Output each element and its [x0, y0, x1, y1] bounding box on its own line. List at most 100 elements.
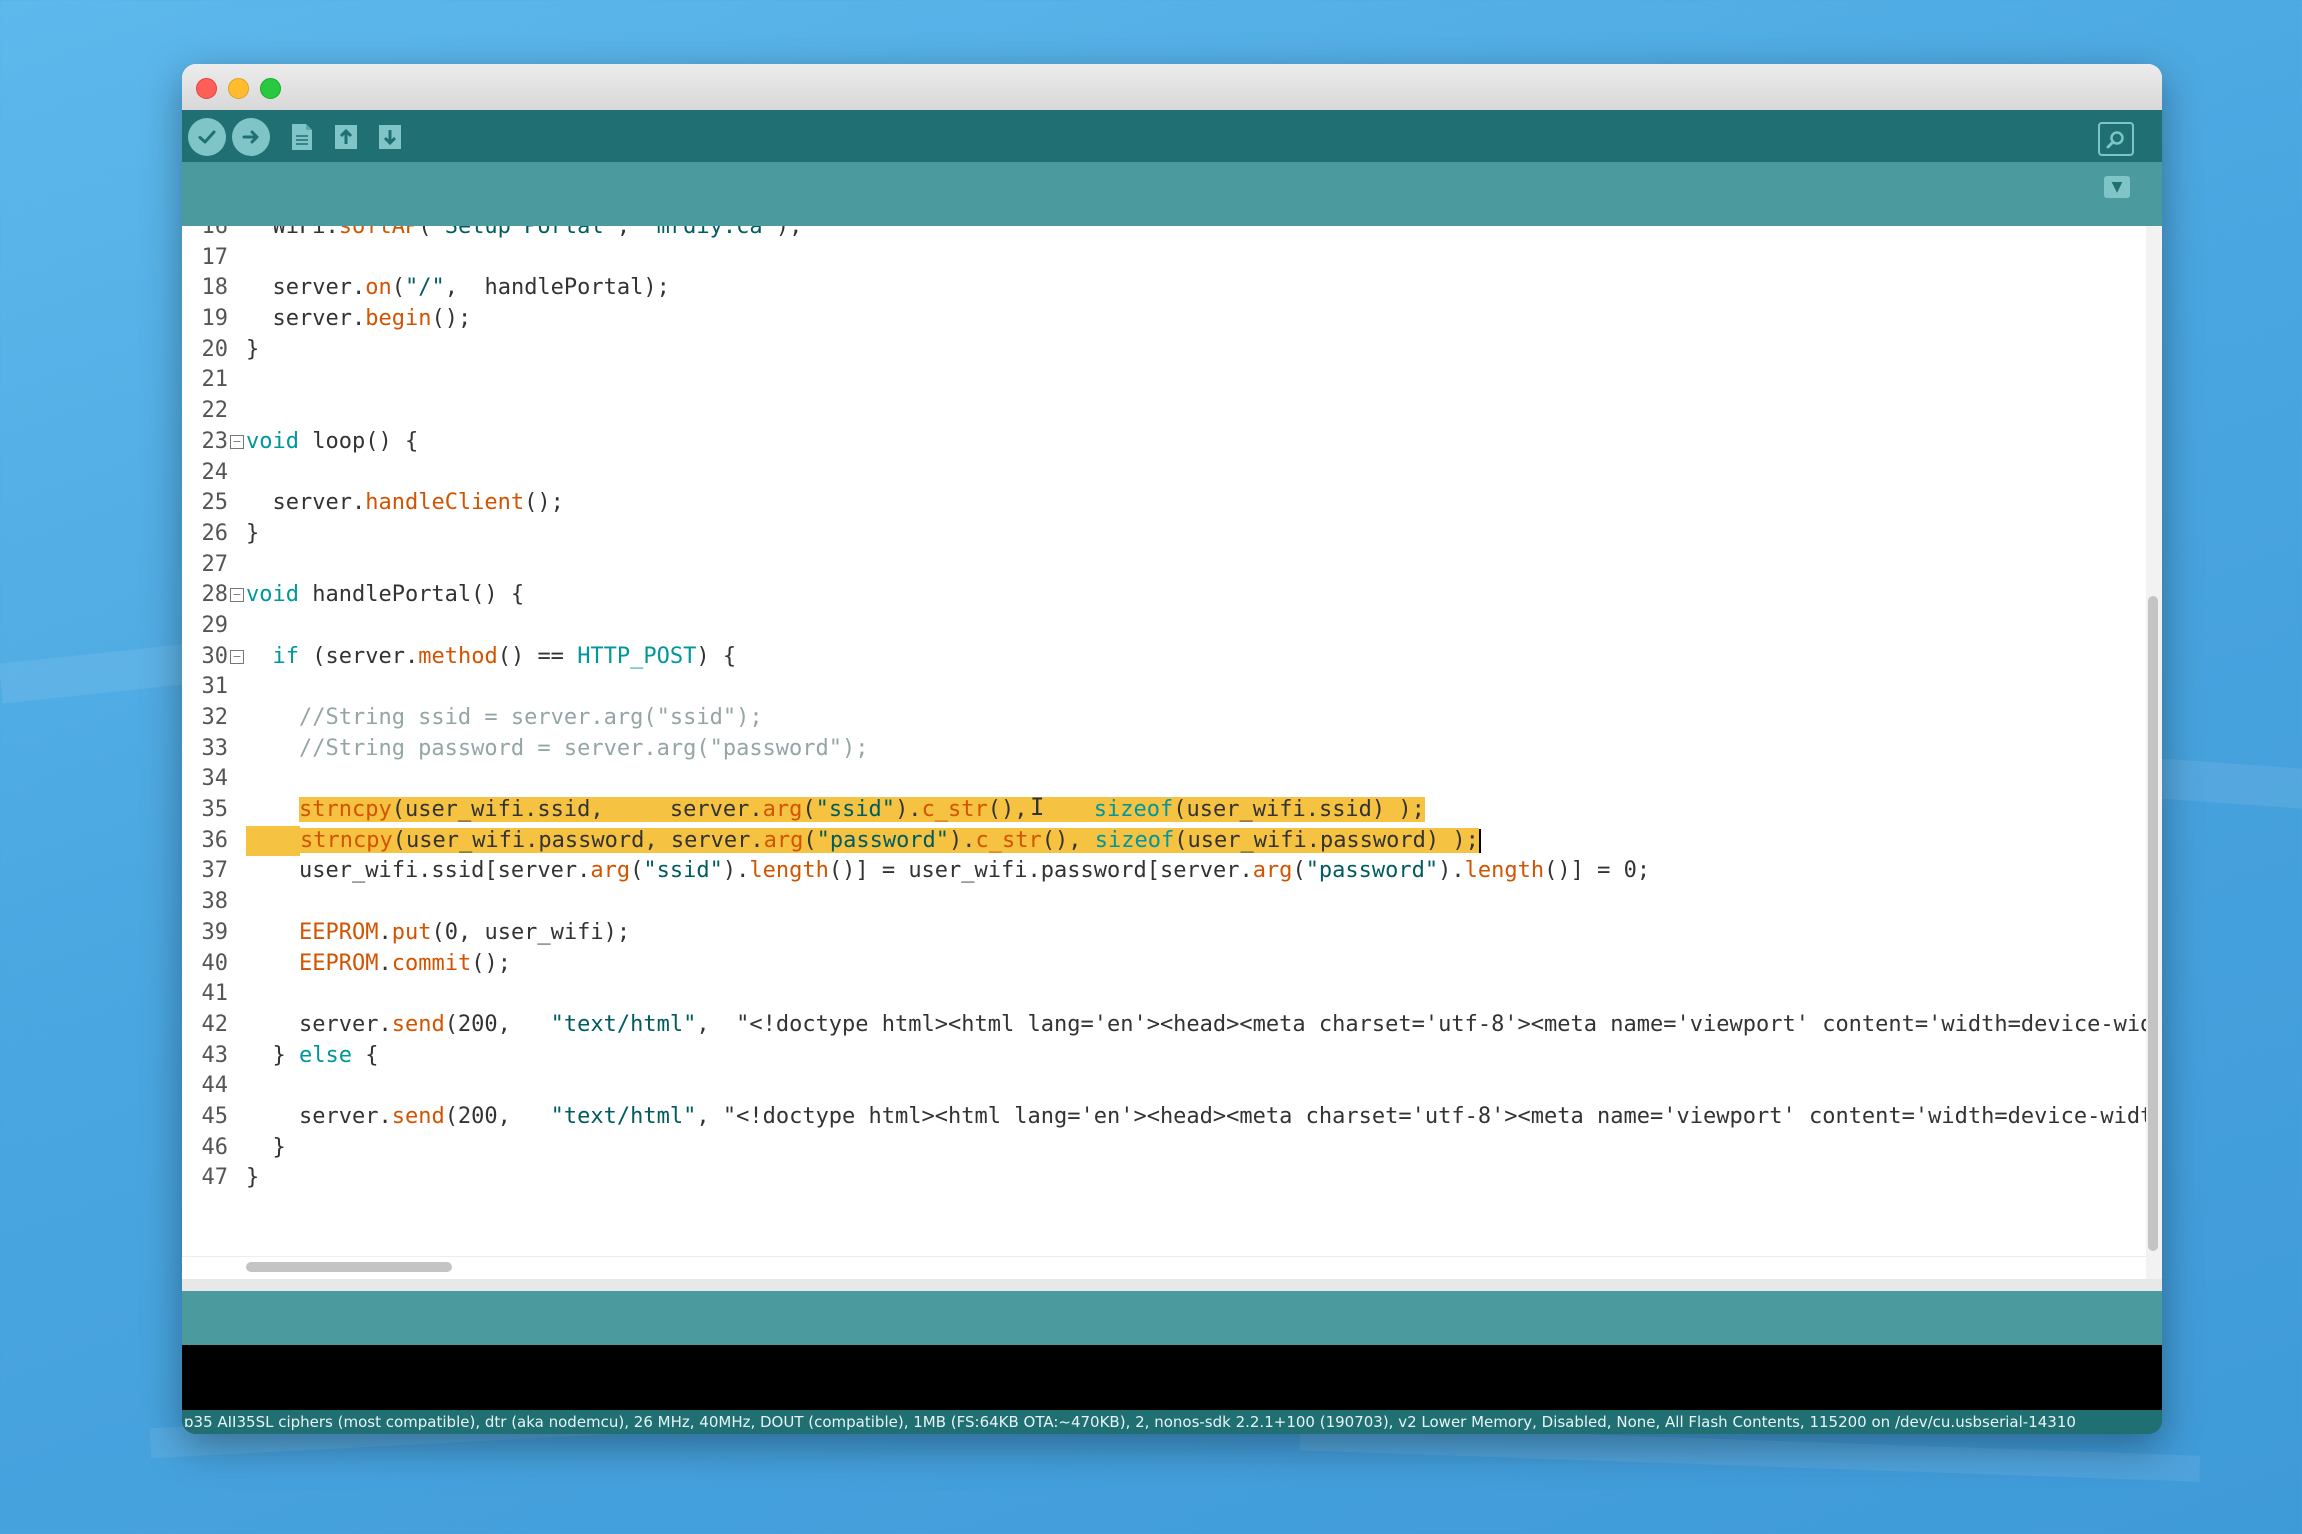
- code-line[interactable]: 39 EEPROM.put(0, user_wifi);: [182, 918, 2146, 949]
- line-number: 25: [201, 490, 229, 516]
- code-line[interactable]: 27: [182, 550, 2146, 581]
- code-line[interactable]: 26}: [182, 519, 2146, 550]
- text-caret: [1478, 828, 1481, 853]
- code-text: server.begin();: [246, 306, 472, 332]
- check-icon: [198, 130, 216, 144]
- code-text: }: [246, 336, 260, 362]
- code-line[interactable]: 38: [182, 887, 2146, 918]
- line-number: 23: [201, 428, 229, 454]
- code-line[interactable]: 37 user_wifi.ssid[server.arg("ssid").len…: [182, 856, 2146, 887]
- toolbar: ▼: [182, 110, 2162, 226]
- code-text: if (server.method() == HTTP_POST) {: [272, 643, 737, 669]
- fold-toggle-icon[interactable]: −: [230, 588, 244, 603]
- code-text: void loop() {: [246, 428, 419, 454]
- vertical-scrollbar-thumb[interactable]: [2148, 596, 2158, 1251]
- code-line[interactable]: 34: [182, 764, 2146, 795]
- code-line[interactable]: 19 server.begin();: [182, 304, 2146, 335]
- line-number: 17: [201, 244, 229, 270]
- code-line[interactable]: 23− void loop() {: [182, 427, 2146, 458]
- code-line[interactable]: 42 server.send(200, "text/html", "<!doct…: [182, 1010, 2147, 1041]
- code-line[interactable]: 22: [182, 396, 2146, 427]
- line-number: 39: [201, 919, 229, 945]
- code-line[interactable]: 43 } else {: [182, 1041, 2146, 1072]
- code-line[interactable]: 17: [182, 243, 2146, 274]
- code-text: strncpy(user_wifi.ssid, server.arg("ssid…: [298, 797, 1425, 823]
- code-line[interactable]: 32 //String ssid = server.arg("ssid");: [182, 703, 2146, 734]
- code-editor[interactable]: 16 WiFi.softAP("Setup Portal", "mrdiy.ca…: [182, 226, 2146, 1279]
- close-window-button[interactable]: [196, 78, 217, 99]
- code-line[interactable]: 25 server.handleClient();: [182, 488, 2146, 519]
- code-text: EEPROM.commit();: [298, 950, 511, 976]
- code-line[interactable]: 40 EEPROM.commit();: [182, 949, 2146, 980]
- code-line[interactable]: 18 server.on("/", handlePortal);: [182, 273, 2146, 304]
- line-number: 36: [201, 827, 229, 853]
- code-line[interactable]: 21: [182, 365, 2146, 396]
- fold-toggle-icon[interactable]: −: [230, 434, 244, 449]
- line-number: 21: [201, 367, 229, 393]
- code-text: server.send(200, "text/html", "<!doctype…: [246, 1103, 2146, 1129]
- line-number: 30: [201, 643, 229, 669]
- code-line[interactable]: 24: [182, 458, 2146, 489]
- open-arrow-up-icon: [335, 125, 357, 149]
- open-sketch-button[interactable]: [330, 120, 362, 154]
- line-number: 44: [201, 1073, 229, 1099]
- code-line[interactable]: 31: [182, 672, 2146, 703]
- horizontal-scrollbar-track[interactable]: [182, 1256, 2146, 1277]
- tab-bar: ▼: [182, 162, 2162, 226]
- panel-divider[interactable]: [182, 1279, 2162, 1291]
- line-number: 47: [201, 1165, 229, 1191]
- line-number: 31: [201, 674, 229, 700]
- line-number: 28: [201, 582, 229, 608]
- code-line[interactable]: 46 }: [182, 1133, 2146, 1164]
- save-sketch-button[interactable]: [374, 120, 406, 154]
- upload-button[interactable]: [232, 118, 270, 156]
- code-text: }: [246, 520, 260, 546]
- chevron-down-icon: ▼: [2111, 179, 2123, 195]
- code-text: } else {: [246, 1042, 379, 1068]
- tab-menu-button[interactable]: ▼: [2104, 176, 2130, 198]
- line-number: 35: [201, 797, 229, 823]
- code-line[interactable]: 20}: [182, 335, 2146, 366]
- line-number: 34: [201, 766, 229, 792]
- magnifier-icon: [2106, 131, 2124, 149]
- code-line[interactable]: 36 strncpy(user_wifi.password, server.arg…: [182, 825, 2146, 857]
- code-line[interactable]: 33 //String password = server.arg("passw…: [182, 734, 2146, 765]
- line-number: 24: [201, 459, 229, 485]
- text-cursor-icon: I: [1030, 793, 1045, 821]
- fold-toggle-icon[interactable]: −: [230, 649, 244, 664]
- code-lines: 16 WiFi.softAP("Setup Portal", "mrdiy.ca…: [182, 226, 2147, 1194]
- horizontal-scrollbar-thumb[interactable]: [246, 1262, 452, 1272]
- line-number: 43: [201, 1042, 229, 1068]
- code-line[interactable]: 30− if (server.method() == HTTP_POST) {: [182, 642, 2146, 673]
- code-line[interactable]: 35 strncpy(user_wifi.ssid, server.arg("s…: [182, 795, 2146, 826]
- maximize-window-button[interactable]: [260, 78, 281, 99]
- title-bar: [182, 64, 2162, 110]
- code-text: user_wifi.ssid[server.arg("ssid").length…: [246, 858, 1651, 884]
- line-number: 46: [201, 1134, 229, 1160]
- new-file-icon: [292, 124, 312, 150]
- line-number: 16: [201, 226, 229, 239]
- code-text: server.send(200, "text/html", "<!doctype…: [246, 1011, 2146, 1037]
- code-text: server.handleClient();: [246, 490, 564, 516]
- new-sketch-button[interactable]: [286, 120, 318, 154]
- minimize-window-button[interactable]: [228, 78, 249, 99]
- code-text: EEPROM.put(0, user_wifi);: [298, 919, 631, 945]
- code-line[interactable]: 45 server.send(200, "text/html", "<!doct…: [182, 1102, 2147, 1133]
- line-number: 29: [201, 612, 229, 638]
- code-text: WiFi.softAP("Setup Portal", "mrdiy.ca");: [246, 226, 803, 239]
- line-number: 18: [201, 275, 229, 301]
- verify-button[interactable]: [188, 118, 226, 156]
- code-text: }: [246, 1134, 286, 1160]
- code-text: void handlePortal() {: [246, 582, 525, 608]
- code-line[interactable]: 29: [182, 611, 2146, 642]
- code-line[interactable]: 41: [182, 979, 2146, 1010]
- code-text: //String ssid = server.arg("ssid");: [246, 705, 763, 730]
- code-text: strncpy(user_wifi.password, server.arg("…: [300, 827, 1479, 853]
- arrow-right-icon: [242, 130, 259, 144]
- serial-monitor-button[interactable]: [2098, 122, 2134, 156]
- code-line[interactable]: 16 WiFi.softAP("Setup Portal", "mrdiy.ca…: [182, 226, 2146, 243]
- code-line[interactable]: 44: [182, 1071, 2146, 1102]
- code-line[interactable]: 47}: [182, 1163, 2146, 1194]
- code-line[interactable]: 28− void handlePortal() {: [182, 580, 2146, 611]
- code-text: server.on("/", handlePortal);: [246, 275, 670, 301]
